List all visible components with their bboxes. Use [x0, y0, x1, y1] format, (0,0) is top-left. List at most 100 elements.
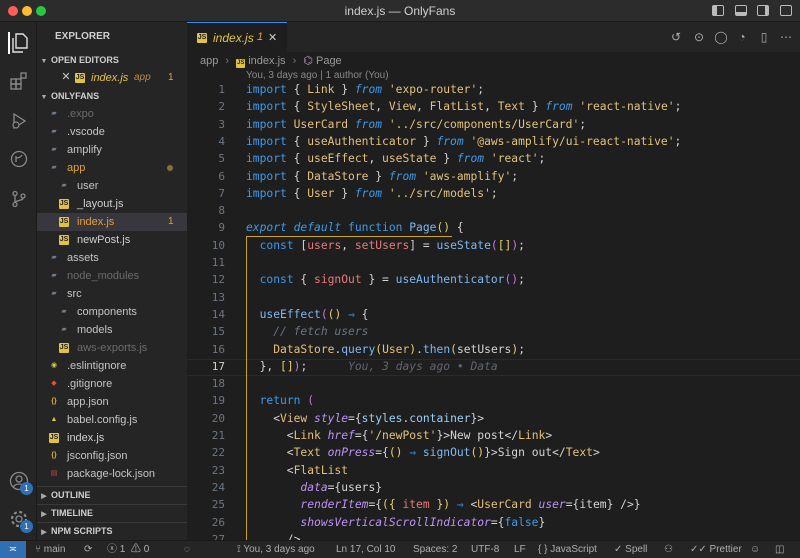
code-line[interactable]: import { Link } from 'expo-router';	[246, 83, 484, 96]
extensions-icon[interactable]	[8, 70, 30, 92]
code-line[interactable]: const [users, setUsers] = useState([]);	[246, 239, 525, 252]
code-line[interactable]: return (	[246, 394, 314, 407]
copilot-icon[interactable]: ⚇	[664, 541, 673, 558]
language-mode[interactable]: { } JavaScript	[538, 541, 597, 558]
code-line[interactable]: const { signOut } = useAuthenticator();	[246, 273, 525, 286]
branch-indicator[interactable]: ⑂ main	[35, 541, 65, 558]
indentation[interactable]: Spaces: 2	[413, 541, 457, 558]
go-back-icon[interactable]: ↺	[669, 30, 683, 44]
npm-scripts-section[interactable]: ▶ NPM SCRIPTS	[37, 522, 187, 539]
tree-item[interactable]: ▰ assets	[37, 249, 187, 267]
tree-item[interactable]: {} jsconfig.json	[37, 447, 187, 465]
code-line[interactable]: import { User } from '../src/models';	[246, 187, 498, 200]
outline-section[interactable]: ▶ OUTLINE	[37, 486, 187, 503]
tree-item[interactable]: ▰ .expo	[37, 105, 187, 123]
code-line[interactable]: renderItem={({ item }) ⇒ <UserCard user=…	[246, 498, 640, 511]
line-number: 19	[211, 394, 225, 408]
tree-item[interactable]: JS newPost.js	[37, 231, 187, 249]
tree-item-label: index.js	[67, 432, 105, 444]
breadcrumb-file[interactable]: index.js	[248, 55, 285, 67]
close-icon[interactable]: ✕	[61, 72, 71, 83]
code-line[interactable]: import { useAuthenticator } from '@aws-a…	[246, 135, 681, 148]
explorer-icon[interactable]	[8, 32, 30, 54]
bell-icon[interactable]: ◌	[184, 541, 190, 558]
problems-indicator[interactable]: ⓧ 1 ⚠ 0	[107, 541, 149, 558]
close-tab-icon[interactable]: ✕	[268, 31, 277, 44]
tree-item[interactable]: ◉ .eslintignore	[37, 357, 187, 375]
toggle-sidebar-icon[interactable]	[712, 5, 724, 16]
timeline-icon[interactable]: ◔	[735, 30, 749, 44]
toggle-panel-icon[interactable]	[735, 5, 747, 16]
tree-item-label: newPost.js	[77, 234, 131, 246]
tree-item[interactable]: ▰ app	[37, 159, 187, 177]
tree-item[interactable]: ▰ amplify	[37, 141, 187, 159]
source-control-icon[interactable]	[8, 188, 30, 210]
tree-item[interactable]: ◆ .gitignore	[37, 375, 187, 393]
sync-icon[interactable]: ⟳	[84, 541, 92, 558]
prettier-status[interactable]: ✓✓ Prettier	[690, 541, 742, 558]
tree-item[interactable]: ▰ user	[37, 177, 187, 195]
github-icon[interactable]	[8, 148, 30, 170]
code-line[interactable]: export default function Page() {	[246, 221, 464, 234]
settings-gear-icon[interactable]: 1	[8, 508, 33, 533]
code-line[interactable]: <FlatList	[246, 464, 348, 477]
function-symbol-icon: ⌬	[303, 55, 313, 67]
code-line[interactable]: }, []); You, 3 days ago • Data	[246, 360, 498, 373]
code-line[interactable]: import { DataStore } from 'aws-amplify';	[246, 170, 518, 183]
tree-item[interactable]: JS index.js 1	[37, 213, 187, 231]
code-line[interactable]: import UserCard from '../src/components/…	[246, 118, 586, 131]
chevron-right-icon: ▶	[41, 493, 47, 500]
encoding[interactable]: UTF-8	[471, 541, 499, 558]
tree-item[interactable]: ▲ babel.config.js	[37, 411, 187, 429]
remote-indicator-icon[interactable]: ≍	[0, 541, 26, 558]
next-change-icon[interactable]: ◯	[714, 30, 728, 44]
blame-codelens[interactable]: You, 3 days ago | 1 author (You)	[246, 70, 389, 81]
tree-item[interactable]: ▰ models	[37, 321, 187, 339]
customize-layout-icon[interactable]	[780, 5, 792, 16]
code-line[interactable]: DataStore.query(User).then(setUsers);	[246, 343, 525, 356]
tree-item[interactable]: JS index.js	[37, 429, 187, 447]
git-compare-icon[interactable]: ⊙	[692, 30, 706, 44]
tree-item-label: .vscode	[67, 126, 105, 138]
run-debug-icon[interactable]	[8, 110, 30, 132]
accounts-icon[interactable]: 1	[8, 470, 33, 495]
code-line[interactable]: useEffect(() ⇒ {	[246, 308, 369, 321]
breadcrumb-folder[interactable]: app	[200, 55, 218, 67]
code-line[interactable]: import { useEffect, useState } from 'rea…	[246, 152, 545, 165]
cursor-position[interactable]: Ln 17, Col 10	[336, 541, 396, 558]
code-line[interactable]: data={users}	[246, 481, 382, 494]
tab-index-js[interactable]: JS index.js 1 ✕	[187, 22, 287, 52]
split-editor-icon[interactable]: ▯	[757, 30, 771, 44]
more-actions-icon[interactable]: ⋯	[779, 30, 793, 44]
project-section[interactable]: ▼ ONLYFANS	[37, 88, 187, 105]
tree-item[interactable]: JS _layout.js	[37, 195, 187, 213]
notifications-icon[interactable]: ◫	[775, 541, 784, 558]
tree-item-label: babel.config.js	[67, 414, 138, 426]
toggle-secondary-sidebar-icon[interactable]	[757, 5, 769, 16]
code-line[interactable]: <View style={styles.container}>	[246, 412, 484, 425]
tree-item[interactable]: ▰ components	[37, 303, 187, 321]
code-line[interactable]: <Link href={'/newPost'}>New post</Link>	[246, 429, 552, 442]
bracket-scope-guide	[246, 236, 452, 238]
code-line[interactable]: showsVerticalScrollIndicator={false}	[246, 516, 545, 529]
tree-item[interactable]: ▰ .vscode	[37, 123, 187, 141]
git-blame-status[interactable]: ⟟ You, 3 days ago	[237, 541, 315, 558]
status-bar: ≍ ⑂ main ⟳ ⓧ 1 ⚠ 0 ◌ ⟟ You, 3 days ago L…	[0, 540, 800, 558]
spell-check[interactable]: ✓ Spell	[614, 541, 647, 558]
code-line[interactable]: import { StyleSheet, View, FlatList, Tex…	[246, 100, 681, 113]
open-editors-section[interactable]: ▼ OPEN EDITORS	[37, 52, 187, 69]
timeline-section[interactable]: ▶ TIMELINE	[37, 504, 187, 521]
tree-item[interactable]: ▰ node_modules	[37, 267, 187, 285]
tree-item[interactable]: JS aws-exports.js	[37, 339, 187, 357]
tree-item-label: package-lock.json	[67, 468, 156, 480]
tree-item[interactable]: {} app.json	[37, 393, 187, 411]
js-file-icon: JS	[49, 433, 59, 443]
code-line[interactable]: <Text onPress={() ⇒ signOut()}>Sign out<…	[246, 446, 600, 459]
tree-item[interactable]: ▤ package-lock.json	[37, 465, 187, 483]
breadcrumb-symbol[interactable]: Page	[316, 55, 342, 67]
tree-item[interactable]: ▰ src	[37, 285, 187, 303]
feedback-icon[interactable]: ☺	[750, 541, 760, 558]
line-ending[interactable]: LF	[514, 541, 526, 558]
open-editor-item[interactable]: ✕ JS index.js app 1	[37, 69, 187, 87]
code-line[interactable]: // fetch users	[246, 325, 368, 338]
